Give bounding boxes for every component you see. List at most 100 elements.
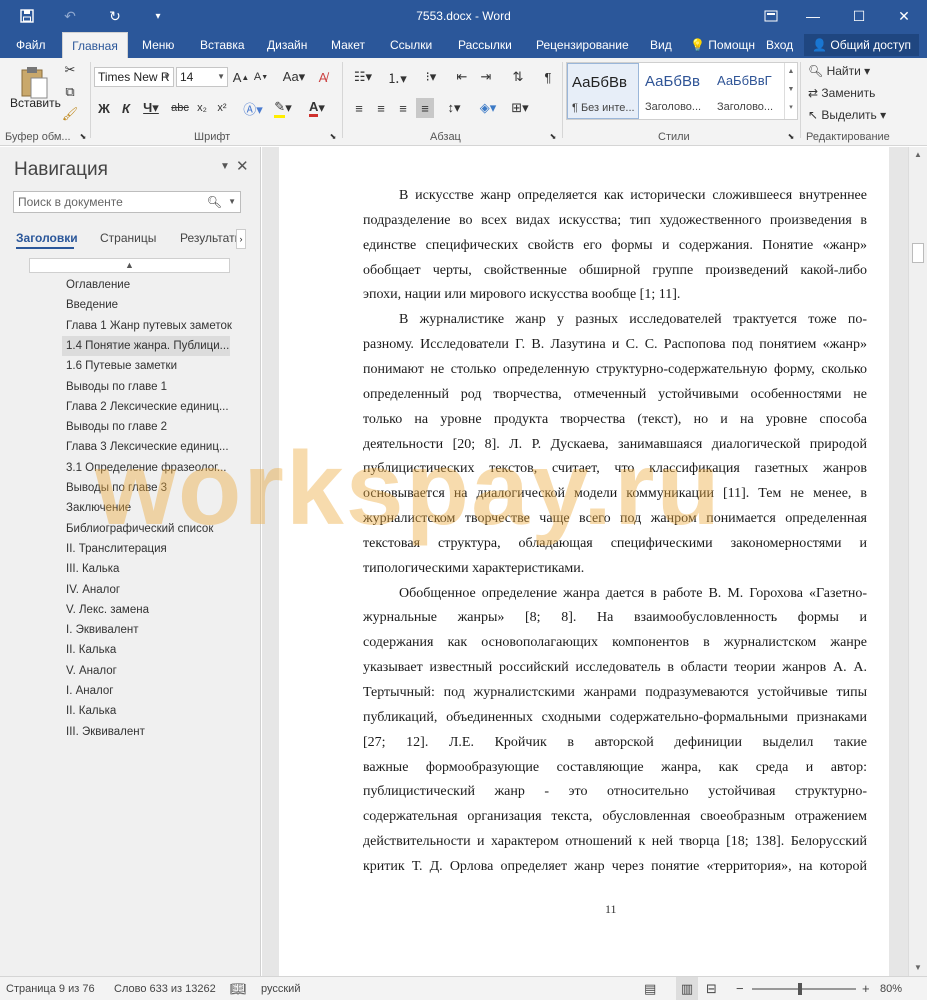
close-icon[interactable]: ✕ — [881, 0, 927, 32]
align-right-icon[interactable]: ≡ — [394, 98, 412, 118]
proofing-icon[interactable]: 📖︎ — [230, 977, 247, 1000]
document-line[interactable]: Тертычный: под журналистскими жанрами по… — [363, 683, 867, 703]
font-color-icon[interactable]: A ▾ — [304, 98, 330, 118]
tab-view[interactable]: Вид — [650, 32, 672, 58]
document-line[interactable]: публикаций, объединенных сходными содерж… — [363, 708, 867, 728]
document-line[interactable]: обобщает черты, свойственные обширной гр… — [363, 261, 867, 281]
nav-heading-item[interactable]: Выводы по главе 2 — [66, 417, 167, 437]
nav-heading-item[interactable]: Заключение — [66, 498, 131, 518]
style-heading-1[interactable]: АаБбВв Заголово... — [641, 63, 713, 119]
bullets-icon[interactable]: ☷▾ — [348, 67, 378, 87]
word-count-status[interactable]: Слово 633 из 13262 — [114, 977, 216, 1000]
document-line[interactable]: деятельности [20; 8]. Л. Р. Дускаева, за… — [363, 435, 867, 455]
nav-heading-item[interactable]: III. Калька — [66, 559, 119, 579]
nav-heading-item[interactable]: III. Эквивалент — [66, 722, 145, 742]
document-line[interactable]: важные формообразующие составляющие жанр… — [363, 758, 867, 778]
scroll-down-icon[interactable]: ▼ — [909, 960, 927, 976]
nav-search-input[interactable]: Поиск в документе 🔍︎ ▼ — [13, 191, 241, 213]
nav-heading-item[interactable]: Введение — [66, 295, 118, 315]
tab-review[interactable]: Рецензирование — [536, 32, 629, 58]
web-layout-icon[interactable]: ⊟ — [706, 977, 717, 1000]
page-count-status[interactable]: Страница 9 из 76 — [6, 977, 95, 1000]
grow-font-icon[interactable]: A ▲ — [232, 67, 250, 87]
tab-insert[interactable]: Вставка — [200, 32, 245, 58]
borders-icon[interactable]: ⊞▾ — [508, 98, 532, 118]
tab-design[interactable]: Дизайн — [267, 32, 307, 58]
chevron-down-icon[interactable]: ▼ — [228, 192, 236, 212]
document-line[interactable]: текстовая структура, обладающая специфич… — [363, 534, 867, 554]
tab-references[interactable]: Ссылки — [390, 32, 432, 58]
zoom-in-icon[interactable]: + — [862, 977, 870, 1000]
nav-heading-item[interactable]: 1.6 Путевые заметки — [66, 356, 177, 376]
nav-heading-item[interactable]: I. Аналог — [66, 681, 113, 701]
style-heading-2[interactable]: АаБбВвГ Заголово... — [713, 63, 785, 119]
document-line[interactable]: подразделение во всех видах искусства; т… — [363, 211, 867, 231]
nav-heading-item[interactable]: IV. Аналог — [66, 580, 120, 600]
zoom-slider-knob[interactable] — [798, 983, 802, 995]
ribbon-display-options-icon[interactable] — [748, 0, 794, 32]
shrink-font-icon[interactable]: A ▼ — [252, 67, 270, 87]
scroll-up-icon[interactable]: ▲ — [909, 147, 927, 163]
vertical-scrollbar[interactable]: ▲ ▼ — [908, 147, 927, 976]
nav-heading-item[interactable]: Выводы по главе 1 — [66, 377, 167, 397]
document-line[interactable]: журналистском творчестве чаще всего под … — [363, 509, 867, 529]
document-line[interactable]: указывает известный российский исследова… — [363, 658, 867, 678]
maximize-icon[interactable]: ☐ — [836, 0, 882, 32]
share-button[interactable]: 👤 Общий доступ — [804, 34, 919, 56]
nav-heading-item[interactable]: 1.4 Понятие жанра. Публици... — [62, 335, 230, 356]
nav-heading-item[interactable]: II. Калька — [66, 701, 116, 721]
styles-scroll[interactable]: ▲ ▼ ▾ — [784, 63, 797, 119]
highlight-icon[interactable]: ✎ ▾ — [270, 98, 296, 118]
bold-icon[interactable]: Ж — [96, 98, 112, 118]
tab-menu[interactable]: Меню — [142, 32, 174, 58]
document-line[interactable]: [27; 12]. Л.Е. Кройчик в авторской дефин… — [363, 733, 867, 753]
nav-heading-item[interactable]: 3.1 Определение фразеолог... — [66, 458, 227, 478]
nav-heading-item[interactable]: Оглавление — [66, 275, 130, 295]
increase-indent-icon[interactable]: ⇥ — [476, 67, 496, 87]
tab-file[interactable]: Файл — [16, 32, 46, 58]
minimize-icon[interactable]: — — [790, 0, 836, 32]
document-line[interactable]: эпохи, нации или мирового искусства вооб… — [363, 285, 867, 305]
document-line[interactable]: действительности и характером отношений … — [363, 832, 867, 852]
styles-launcher-icon[interactable]: ⬊ — [786, 130, 796, 142]
font-name-combo[interactable]: Times New R ▼ — [94, 67, 174, 87]
document-line[interactable]: В журналистике жанр у разных исследовате… — [363, 310, 867, 330]
read-mode-icon[interactable]: ▤ — [644, 977, 656, 1000]
paragraph-launcher-icon[interactable]: ⬊ — [548, 130, 558, 142]
show-marks-icon[interactable]: ¶ — [538, 67, 558, 87]
document-line[interactable]: основывается на диалогической модели ком… — [363, 484, 867, 504]
document-line[interactable]: понимают не столько определенную структу… — [363, 360, 867, 380]
multilevel-list-icon[interactable]: ⁝▾ — [416, 67, 446, 87]
document-line[interactable]: содержательная организация текста, обусл… — [363, 807, 867, 827]
document-line[interactable]: критик Т. Д. Орлова определяет жанр чере… — [363, 857, 867, 877]
align-left-icon[interactable]: ≡ — [350, 98, 368, 118]
document-line[interactable]: определенный род творчества, отмеченный … — [363, 385, 867, 405]
nav-heading-item[interactable]: V. Лекс. замена — [66, 600, 149, 620]
nav-tab-pages[interactable]: Страницы — [100, 231, 156, 245]
language-status[interactable]: русский — [261, 977, 300, 1000]
document-line[interactable]: только на уровне продукта творчества (те… — [363, 410, 867, 430]
sign-in-link[interactable]: Вход — [766, 32, 793, 58]
clipboard-launcher-icon[interactable]: ⬊ — [78, 130, 88, 142]
sort-icon[interactable]: ⇅ — [508, 67, 528, 87]
replace-button[interactable]: ⇄ Заменить — [808, 84, 898, 102]
scroll-thumb[interactable] — [912, 243, 924, 263]
tab-mailings[interactable]: Рассылки — [458, 32, 512, 58]
search-icon[interactable]: 🔍︎ — [207, 192, 222, 212]
format-painter-icon[interactable]: 🖌 — [62, 106, 79, 122]
document-line[interactable]: публицистических текстов, считает, что к… — [363, 459, 867, 479]
line-spacing-icon[interactable]: ↕▾ — [442, 98, 466, 118]
document-line[interactable]: типологическими характеристиками. — [363, 559, 867, 579]
collapse-all-icon[interactable]: ▲ — [29, 258, 230, 273]
nav-heading-item[interactable]: V. Аналог — [66, 661, 117, 681]
justify-icon[interactable]: ≡ — [416, 98, 434, 118]
nav-tabs-scroll-right-icon[interactable]: › — [236, 229, 246, 249]
nav-heading-item[interactable]: Глава 3 Лексические единиц... — [66, 437, 229, 457]
document-line[interactable]: единстве специфических свойств его формы… — [363, 236, 867, 256]
document-line[interactable]: разному. Исследователи Г. В. Лазутина и … — [363, 335, 867, 355]
align-center-icon[interactable]: ≡ — [372, 98, 390, 118]
strikethrough-icon[interactable]: abc — [170, 98, 190, 118]
superscript-icon[interactable]: x² — [214, 98, 230, 118]
cut-icon[interactable]: ✂ — [62, 62, 78, 78]
font-launcher-icon[interactable]: ⬊ — [328, 130, 338, 142]
